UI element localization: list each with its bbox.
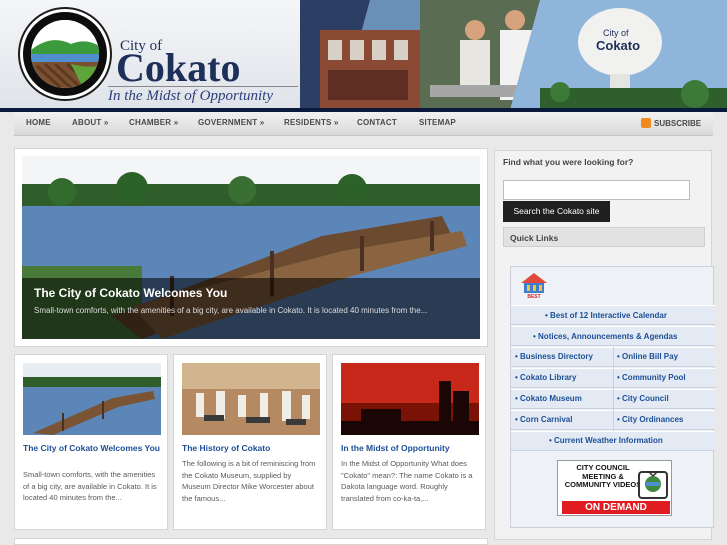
best-logo-text: BEST bbox=[527, 294, 541, 300]
nav-residents[interactable]: RESIDENTS » bbox=[284, 118, 339, 127]
card-title[interactable]: The History of Cokato bbox=[182, 443, 322, 454]
nav-sitemap[interactable]: SITEMAP bbox=[419, 118, 456, 127]
link-online-bill-pay[interactable]: • Online Bill Pay bbox=[617, 352, 678, 361]
on-demand-title: CITY COUNCIL MEETING & COMMUNITY VIDEOS bbox=[564, 463, 642, 489]
search-button[interactable]: Search the Cokato site bbox=[503, 201, 610, 222]
nav-about[interactable]: ABOUT » bbox=[72, 118, 109, 127]
link-community-pool[interactable]: • Community Pool bbox=[617, 373, 686, 382]
card-image-dock[interactable] bbox=[23, 363, 161, 435]
card-excerpt: In the Midst of Opportunity What does "C… bbox=[341, 459, 473, 503]
svg-text:Cokato: Cokato bbox=[596, 38, 640, 53]
card-title[interactable]: In the Midst of Opportunity bbox=[341, 443, 481, 454]
article-card-history: The History of Cokato The following is a… bbox=[173, 354, 327, 530]
city-seal-logo[interactable] bbox=[20, 9, 110, 99]
rss-icon[interactable] bbox=[641, 118, 651, 128]
site-banner: City of Cokato In the Midst of Opportuni… bbox=[0, 0, 727, 110]
link-current-weather[interactable]: • Current Weather Information bbox=[549, 436, 663, 445]
link-cokato-library[interactable]: • Cokato Library bbox=[515, 373, 576, 382]
card-image-museum-crowd[interactable] bbox=[182, 363, 320, 435]
nav-government[interactable]: GOVERNMENT » bbox=[198, 118, 264, 127]
card-image-sunset-elevator[interactable] bbox=[341, 363, 479, 435]
council-videos-on-demand-banner[interactable]: CITY COUNCIL MEETING & COMMUNITY VIDEOS … bbox=[557, 460, 672, 516]
next-section-panel-edge bbox=[14, 538, 488, 545]
header-city-name[interactable]: Cokato bbox=[116, 44, 240, 91]
link-cokato-museum[interactable]: • Cokato Museum bbox=[515, 394, 582, 403]
banner-logo-area: City of Cokato In the Midst of Opportuni… bbox=[0, 0, 310, 110]
link-city-ordinances[interactable]: • City Ordinances bbox=[617, 415, 683, 424]
link-corn-carnival[interactable]: • Corn Carnival bbox=[515, 415, 572, 424]
feature-caption: The City of Cokato Welcomes You Small-to… bbox=[22, 278, 480, 339]
card-excerpt: Small-town comforts, with the amenities … bbox=[23, 470, 157, 502]
svg-text:City of: City of bbox=[603, 28, 629, 38]
tagline-divider bbox=[108, 86, 298, 87]
link-city-council[interactable]: • City Council bbox=[617, 394, 669, 403]
card-title[interactable]: The City of Cokato Welcomes You bbox=[23, 443, 163, 454]
banner-photo-collage: City of Cokato bbox=[300, 0, 727, 110]
feature-excerpt: Small-town comforts, with the amenities … bbox=[34, 306, 428, 315]
nav-chamber[interactable]: CHAMBER » bbox=[129, 118, 178, 127]
subscribe-link[interactable]: SUBSCRIBE bbox=[654, 119, 701, 128]
search-heading: Find what you were looking for? bbox=[503, 157, 634, 167]
article-card-opportunity: In the Midst of Opportunity In the Midst… bbox=[332, 354, 486, 530]
on-demand-label: ON DEMAND bbox=[562, 501, 670, 514]
header-tagline: In the Midst of Opportunity bbox=[108, 88, 273, 104]
tv-icon bbox=[638, 470, 668, 499]
link-business-directory[interactable]: • Business Directory bbox=[515, 352, 593, 361]
nav-contact[interactable]: CONTACT bbox=[357, 118, 397, 127]
feature-title[interactable]: The City of Cokato Welcomes You bbox=[34, 286, 227, 300]
quick-links-title: Quick Links bbox=[510, 233, 559, 243]
card-excerpt: The following is a bit of reminiscing fr… bbox=[182, 459, 316, 503]
search-input[interactable] bbox=[503, 180, 690, 200]
best-of-12-logo[interactable]: BEST bbox=[519, 271, 549, 301]
quick-links-header: Quick Links bbox=[503, 227, 705, 247]
link-notices-agendas[interactable]: • Notices, Announcements & Agendas bbox=[533, 332, 677, 341]
link-column-divider bbox=[613, 347, 614, 431]
article-card-welcome: The City of Cokato Welcomes You Small-to… bbox=[14, 354, 168, 530]
link-interactive-calendar[interactable]: • Best of 12 Interactive Calendar bbox=[545, 311, 667, 320]
nav-home[interactable]: HOME bbox=[26, 118, 51, 127]
main-navigation: HOME ABOUT » CHAMBER » GOVERNMENT » RESI… bbox=[14, 112, 713, 136]
